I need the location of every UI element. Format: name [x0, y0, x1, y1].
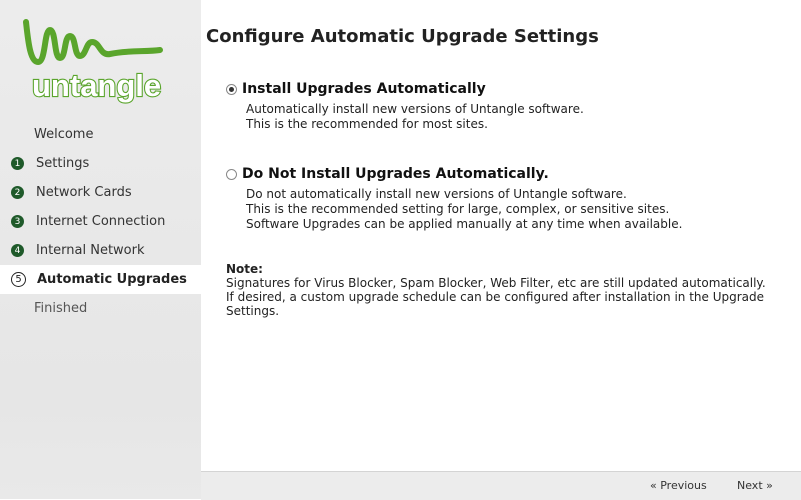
step-settings[interactable]: 1 Settings — [0, 149, 201, 178]
step-finished[interactable]: Finished — [0, 294, 201, 323]
wizard-footer: « Previous Next » — [201, 471, 801, 500]
wizard-sidebar: untangle Welcome 1 Settings 2 Network Ca… — [0, 0, 201, 499]
step-label: Internal Network — [36, 243, 145, 258]
note-title: Note: — [226, 262, 263, 276]
step-number-badge: 3 — [11, 215, 24, 228]
step-label: Network Cards — [36, 185, 132, 200]
step-label: Automatic Upgrades — [37, 272, 187, 287]
description-line: Software Upgrades can be applied manuall… — [246, 217, 683, 231]
step-label: Internet Connection — [36, 214, 166, 229]
untangle-logo: untangle — [23, 19, 163, 104]
description-line: This is the recommended for most sites. — [246, 117, 488, 131]
step-welcome[interactable]: Welcome — [0, 120, 201, 149]
note-line: Signatures for Virus Blocker, Spam Block… — [226, 276, 766, 290]
step-internal-network[interactable]: 4 Internal Network — [0, 236, 201, 265]
page-title: Configure Automatic Upgrade Settings — [206, 26, 599, 47]
note-line: Settings. — [226, 304, 280, 318]
install-automatically-radio[interactable] — [226, 83, 237, 95]
do-not-install-description: Do not automatically install new version… — [246, 187, 682, 232]
main-panel: Configure Automatic Upgrade Settings Ins… — [201, 0, 801, 470]
next-button[interactable]: Next » — [737, 479, 773, 492]
step-label: Settings — [36, 156, 90, 171]
do-not-install-radio-row[interactable]: Do Not Install Upgrades Automatically. — [226, 166, 682, 182]
description-line: This is the recommended setting for larg… — [246, 202, 670, 216]
note-line: If desired, a custom upgrade schedule ca… — [226, 290, 765, 304]
step-number-badge: 2 — [11, 186, 24, 199]
step-number-badge: 4 — [11, 244, 24, 257]
description-line: Do not automatically install new version… — [246, 187, 627, 201]
do-not-install-label[interactable]: Do Not Install Upgrades Automatically. — [242, 166, 549, 182]
step-network-cards[interactable]: 2 Network Cards — [0, 178, 201, 207]
logo-wordmark: untangle — [32, 68, 161, 103]
install-automatically-description: Automatically install new versions of Un… — [246, 102, 584, 132]
do-not-install-radio[interactable] — [226, 168, 237, 180]
step-label: Welcome — [34, 127, 94, 142]
description-line: Automatically install new versions of Un… — [246, 102, 584, 116]
step-label: Finished — [34, 301, 88, 316]
option-do-not-install: Do Not Install Upgrades Automatically. D… — [226, 166, 682, 232]
note-block: Note: Signatures for Virus Blocker, Spam… — [226, 262, 796, 318]
option-install-automatically: Install Upgrades Automatically Automatic… — [226, 81, 584, 132]
step-number-badge: 5 — [11, 272, 26, 287]
install-automatically-radio-row[interactable]: Install Upgrades Automatically — [226, 81, 584, 97]
previous-button[interactable]: « Previous — [650, 479, 707, 492]
install-automatically-label[interactable]: Install Upgrades Automatically — [242, 81, 486, 97]
step-internet-connection[interactable]: 3 Internet Connection — [0, 207, 201, 236]
step-automatic-upgrades[interactable]: 5 Automatic Upgrades — [0, 265, 201, 294]
step-number-badge: 1 — [11, 157, 24, 170]
